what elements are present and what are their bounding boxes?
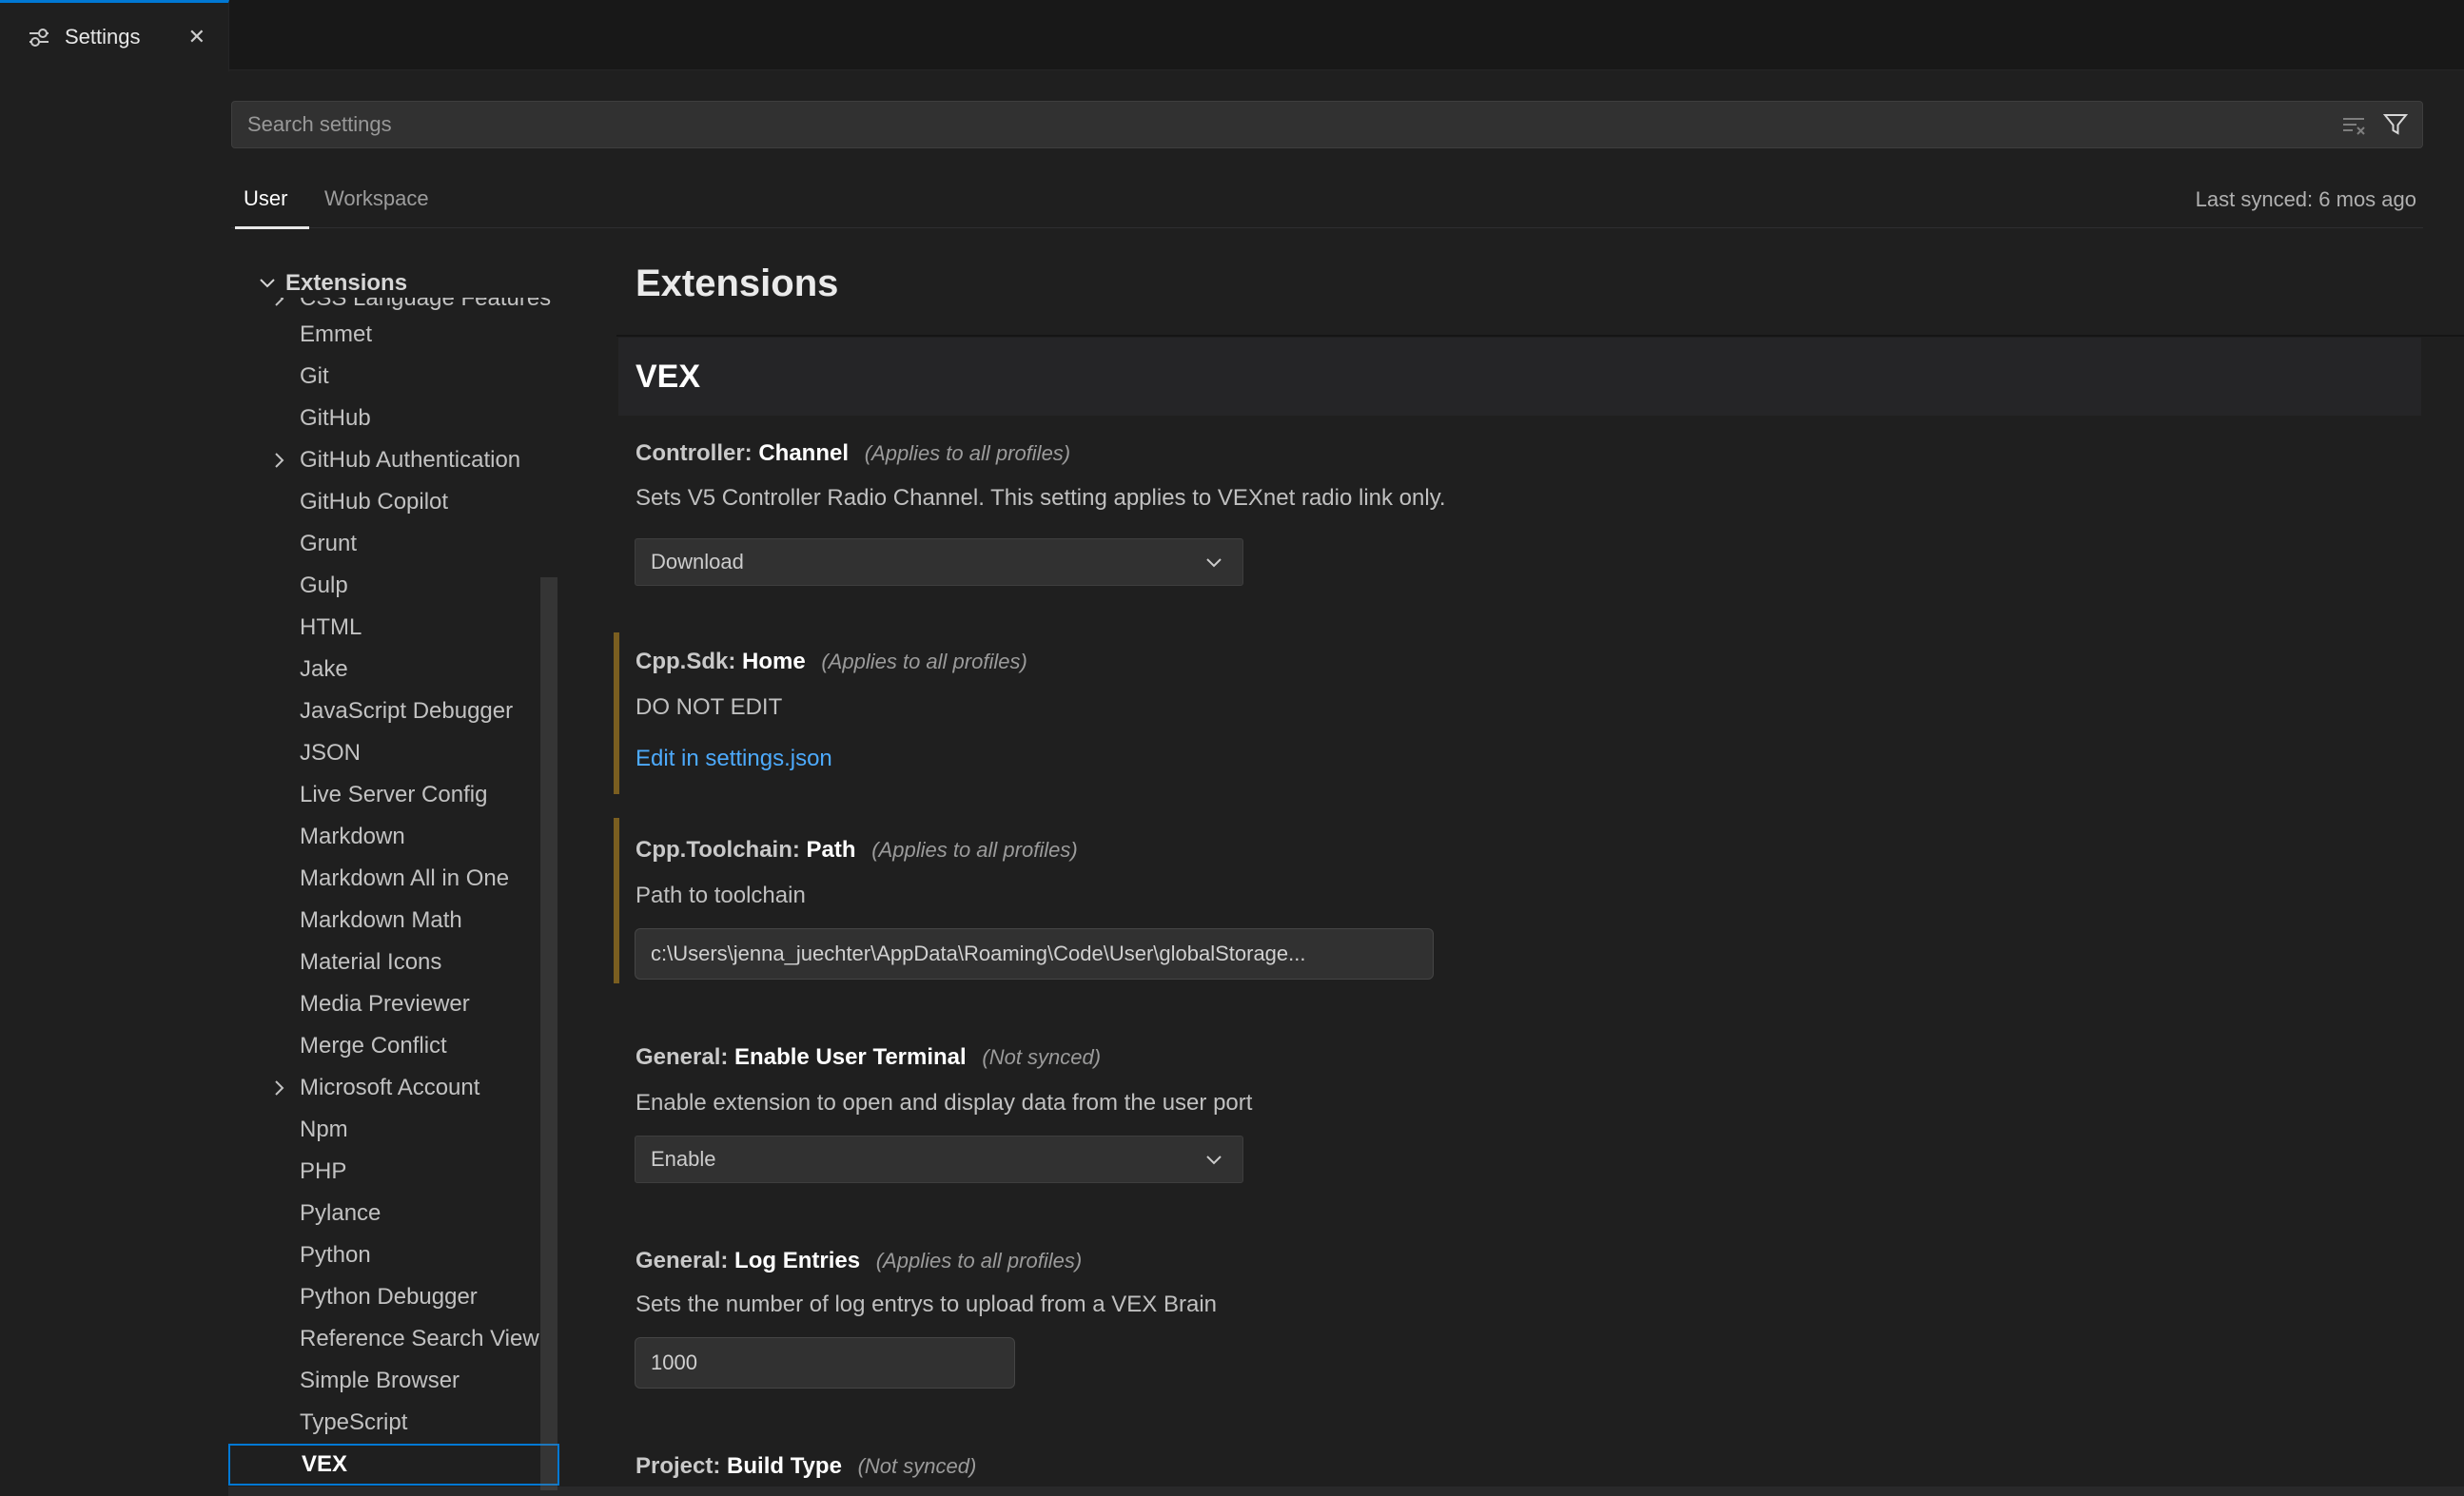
select-controller-channel[interactable]: Download bbox=[635, 538, 1243, 586]
toc-item[interactable]: Emmet bbox=[228, 314, 561, 356]
setting-description: Path to toolchain bbox=[636, 883, 806, 909]
toc-item[interactable]: JSON bbox=[228, 732, 561, 774]
search-actions bbox=[2340, 111, 2422, 138]
chevron-right-icon bbox=[268, 450, 289, 476]
modified-indicator bbox=[614, 818, 619, 983]
tab-settings[interactable]: Settings ✕ bbox=[0, 0, 229, 71]
toc-item[interactable]: Reference Search View bbox=[228, 1318, 561, 1360]
close-icon[interactable]: ✕ bbox=[188, 25, 205, 49]
toc-item[interactable]: Python Debugger bbox=[228, 1276, 561, 1318]
setting-description: Enable extension to open and display dat… bbox=[636, 1090, 1252, 1117]
toc-item[interactable]: Markdown All in One bbox=[228, 858, 561, 900]
toc-item[interactable]: HTML bbox=[228, 607, 561, 649]
toc-item[interactable]: GitHub bbox=[228, 398, 561, 439]
select-enable-user-terminal[interactable]: Enable bbox=[635, 1136, 1243, 1183]
setting-label-cpp-toolchain-path: Cpp.Toolchain: Path (Applies to all prof… bbox=[636, 837, 1078, 864]
toc-item[interactable]: JavaScript Debugger bbox=[228, 690, 561, 732]
search-bar bbox=[231, 101, 2423, 148]
toc-item[interactable]: Grunt bbox=[228, 523, 561, 565]
toc-item[interactable]: Pylance bbox=[228, 1193, 561, 1234]
chevron-down-icon bbox=[1203, 1148, 1242, 1171]
toc-item[interactable]: Markdown Math bbox=[228, 900, 561, 942]
chevron-down-icon bbox=[1203, 551, 1242, 573]
edit-in-settings-json-link[interactable]: Edit in settings.json bbox=[636, 746, 832, 772]
toc-item[interactable]: TypeScript bbox=[228, 1402, 561, 1444]
tab-workspace[interactable]: Workspace bbox=[324, 186, 429, 211]
toc-item[interactable]: Material Icons bbox=[228, 942, 561, 983]
toc-item[interactable]: Media Previewer bbox=[228, 983, 561, 1025]
setting-description: Sets the number of log entrys to upload … bbox=[636, 1292, 1217, 1318]
toc-item[interactable]: Simple Browser bbox=[228, 1360, 561, 1402]
filter-funnel-icon[interactable] bbox=[2382, 111, 2409, 138]
setting-label-controller-channel: Controller: Channel (Applies to all prof… bbox=[636, 440, 1070, 467]
toc-item[interactable]: Markdown bbox=[228, 816, 561, 858]
scope-tabs-divider bbox=[231, 227, 2423, 228]
chevron-down-icon bbox=[257, 272, 278, 293]
toc-item[interactable]: GitHub Authentication bbox=[228, 439, 561, 481]
toc-item[interactable]: Gulp bbox=[228, 565, 561, 607]
last-synced-status: Last synced: 6 mos ago bbox=[2196, 187, 2416, 212]
chevron-right-icon bbox=[268, 1078, 289, 1103]
setting-description: Sets V5 Controller Radio Channel. This s… bbox=[636, 485, 1446, 512]
settings-sliders-icon bbox=[27, 25, 51, 49]
toc-item-vex-selected[interactable]: VEX bbox=[228, 1444, 559, 1486]
search-input[interactable] bbox=[232, 112, 2340, 137]
setting-label-cpp-sdk-home: Cpp.Sdk: Home (Applies to all profiles) bbox=[636, 649, 1027, 675]
toc-item[interactable]: GitHub Copilot bbox=[228, 481, 561, 523]
setting-label-enable-user-terminal: General: Enable User Terminal (Not synce… bbox=[636, 1044, 1101, 1071]
setting-label-log-entries: General: Log Entries (Applies to all pro… bbox=[636, 1248, 1082, 1274]
log-entries-input[interactable] bbox=[635, 1337, 1015, 1389]
toc-scrollbar-thumb[interactable] bbox=[540, 577, 557, 1490]
toc-item[interactable]: Jake bbox=[228, 649, 561, 690]
toolchain-path-input[interactable] bbox=[635, 928, 1434, 980]
modified-indicator bbox=[614, 632, 619, 794]
section-header-vex[interactable]: VEX bbox=[618, 338, 2421, 416]
toc-item[interactable]: Python bbox=[228, 1234, 561, 1276]
toc-root-extensions[interactable]: Extensions bbox=[228, 245, 561, 298]
tab-title: Settings bbox=[65, 25, 175, 49]
setting-description: DO NOT EDIT bbox=[636, 694, 782, 721]
settings-editor: Settings ✕ User Workspace bbox=[0, 0, 2464, 1496]
setting-label-project-build-type: Project: Build Type (Not synced) bbox=[636, 1453, 976, 1480]
toc-item[interactable]: Git bbox=[228, 356, 561, 398]
next-row-edge bbox=[228, 1486, 2464, 1496]
toc-item[interactable]: Microsoft Account bbox=[228, 1067, 561, 1109]
active-tab-underline bbox=[235, 226, 309, 229]
toc-item[interactable]: Npm bbox=[228, 1109, 561, 1151]
page-title: Extensions bbox=[636, 262, 838, 305]
toc-item[interactable]: PHP bbox=[228, 1151, 561, 1193]
tab-user[interactable]: User bbox=[244, 186, 287, 211]
editor-tab-bar bbox=[0, 0, 2464, 70]
toc-item[interactable]: Live Server Config bbox=[228, 774, 561, 816]
clear-search-filter-icon[interactable] bbox=[2340, 111, 2367, 138]
divider bbox=[616, 335, 2464, 337]
toc-item[interactable]: Merge Conflict bbox=[228, 1025, 561, 1067]
